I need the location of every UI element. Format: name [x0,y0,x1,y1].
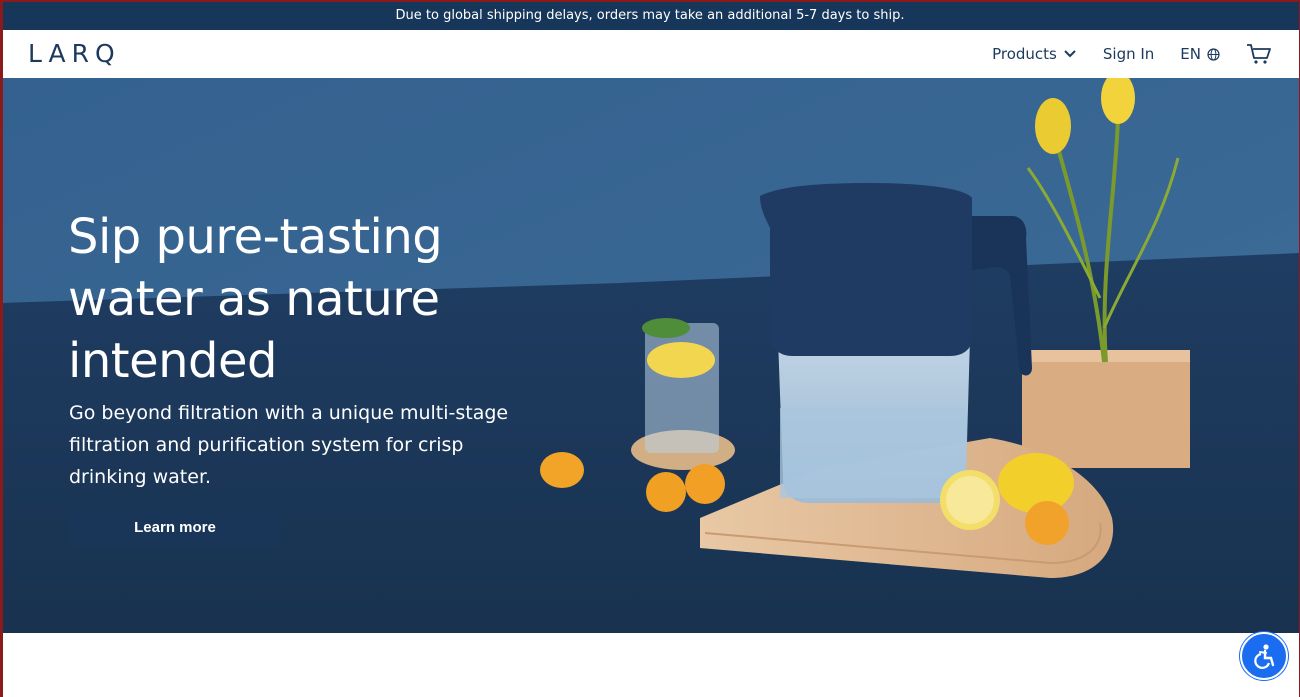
accessibility-icon [1254,644,1275,669]
announcement-bar: Due to global shipping delays, orders ma… [0,0,1300,30]
hero-subhead: Go beyond filtration with a unique multi… [69,402,509,488]
sign-in-link[interactable]: Sign In [1103,45,1154,63]
accessibility-button[interactable] [1240,632,1288,680]
hero-banner: Sip pure-tasting water as nature intende… [0,78,1300,633]
header-nav: Products Sign In EN [992,30,1272,78]
chevron-down-icon [1064,50,1076,58]
cart-button[interactable] [1246,43,1272,65]
learn-more-button[interactable]: Learn more [69,507,281,547]
products-menu[interactable]: Products [992,45,1077,63]
globe-icon [1207,47,1220,61]
cart-icon [1247,44,1271,64]
announcement-text: Due to global shipping delays, orders ma… [395,7,905,23]
language-label: EN [1180,45,1201,63]
site-header: LARQ Products Sign In EN [0,30,1300,78]
sign-in-label: Sign In [1102,45,1155,63]
larq-logo[interactable]: LARQ [28,39,121,68]
language-selector[interactable]: EN [1180,45,1220,63]
products-label: Products [992,45,1057,63]
hero-headline: Sip pure-tasting water as nature intende… [68,209,443,390]
